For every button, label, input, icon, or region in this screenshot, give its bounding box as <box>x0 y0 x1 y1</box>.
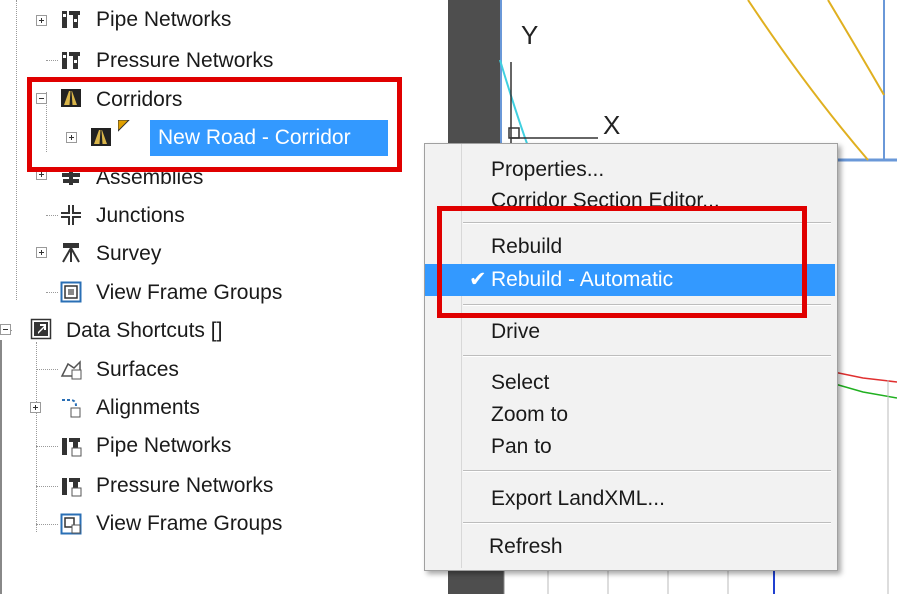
tree-item-label[interactable]: View Frame Groups <box>96 279 282 307</box>
menu-separator <box>463 470 831 472</box>
shortcut-icon <box>30 318 52 340</box>
tree-line <box>16 0 17 300</box>
expand-toggle[interactable] <box>36 247 47 258</box>
menu-item-label: Export LandXML... <box>491 487 665 510</box>
pipe-network-icon <box>62 11 80 28</box>
tree-line <box>36 446 58 447</box>
tree-item-label[interactable]: Data Shortcuts [] <box>66 317 222 345</box>
tree-item-label[interactable]: Pipe Networks <box>96 6 231 34</box>
tree-line <box>46 60 58 61</box>
tree-item-label[interactable]: Pressure Networks <box>96 472 273 500</box>
surface-icon <box>60 360 82 380</box>
tree-line <box>36 486 58 487</box>
menu-item-export-landxml[interactable]: Export LandXML... <box>425 483 835 515</box>
view-frame-icon <box>60 281 82 303</box>
annotation-highlight-box <box>27 77 402 172</box>
menu-item-label: Properties... <box>491 158 605 181</box>
menu-item-pan-to[interactable]: Pan to <box>425 431 835 463</box>
tree-line <box>36 342 37 532</box>
survey-icon <box>62 243 80 263</box>
pipe-network-icon <box>62 438 82 457</box>
y-axis-label: Y <box>521 20 539 50</box>
expand-toggle[interactable] <box>30 402 41 413</box>
tree-line <box>46 292 58 293</box>
alignment-icon <box>62 399 81 418</box>
menu-item-label: Select <box>491 371 550 394</box>
menu-item-drive[interactable]: Drive <box>425 316 835 348</box>
menu-item-label: Drive <box>491 320 541 343</box>
expand-toggle[interactable] <box>36 15 47 26</box>
collapse-toggle[interactable] <box>0 324 11 335</box>
pressure-network-icon <box>62 52 80 69</box>
tree-item-label[interactable]: Surfaces <box>96 356 179 384</box>
annotation-highlight-box <box>437 206 807 318</box>
prospector-tree: Pipe Networks Pressure Networks Corridor… <box>0 0 448 594</box>
menu-item-zoom-to[interactable]: Zoom to <box>425 399 835 431</box>
tree-item-label[interactable]: View Frame Groups <box>96 510 282 538</box>
tree-line <box>36 369 58 370</box>
pressure-network-icon <box>62 478 82 497</box>
x-axis-label: X <box>603 110 621 140</box>
menu-separator <box>463 522 831 524</box>
tree-item-label[interactable]: Survey <box>96 240 161 268</box>
tree-line <box>46 215 58 216</box>
menu-item-label: Zoom to <box>491 403 569 426</box>
tree-item-label[interactable]: Alignments <box>96 394 200 422</box>
menu-item-refresh[interactable]: Refresh <box>425 531 835 563</box>
menu-item-label: Refresh <box>489 535 563 558</box>
menu-item-properties[interactable]: Properties... <box>425 154 835 186</box>
view-frame-icon <box>60 513 82 535</box>
tree-item-label[interactable]: Pipe Networks <box>96 432 231 460</box>
panel-border <box>0 340 2 594</box>
menu-item-label: Pan to <box>491 435 552 458</box>
junction-icon <box>61 205 81 225</box>
tree-item-label[interactable]: Junctions <box>96 202 185 230</box>
tree-item-label[interactable]: Pressure Networks <box>96 47 273 75</box>
menu-separator <box>463 355 831 357</box>
tree-line <box>36 524 58 525</box>
menu-item-select[interactable]: Select <box>425 367 835 399</box>
